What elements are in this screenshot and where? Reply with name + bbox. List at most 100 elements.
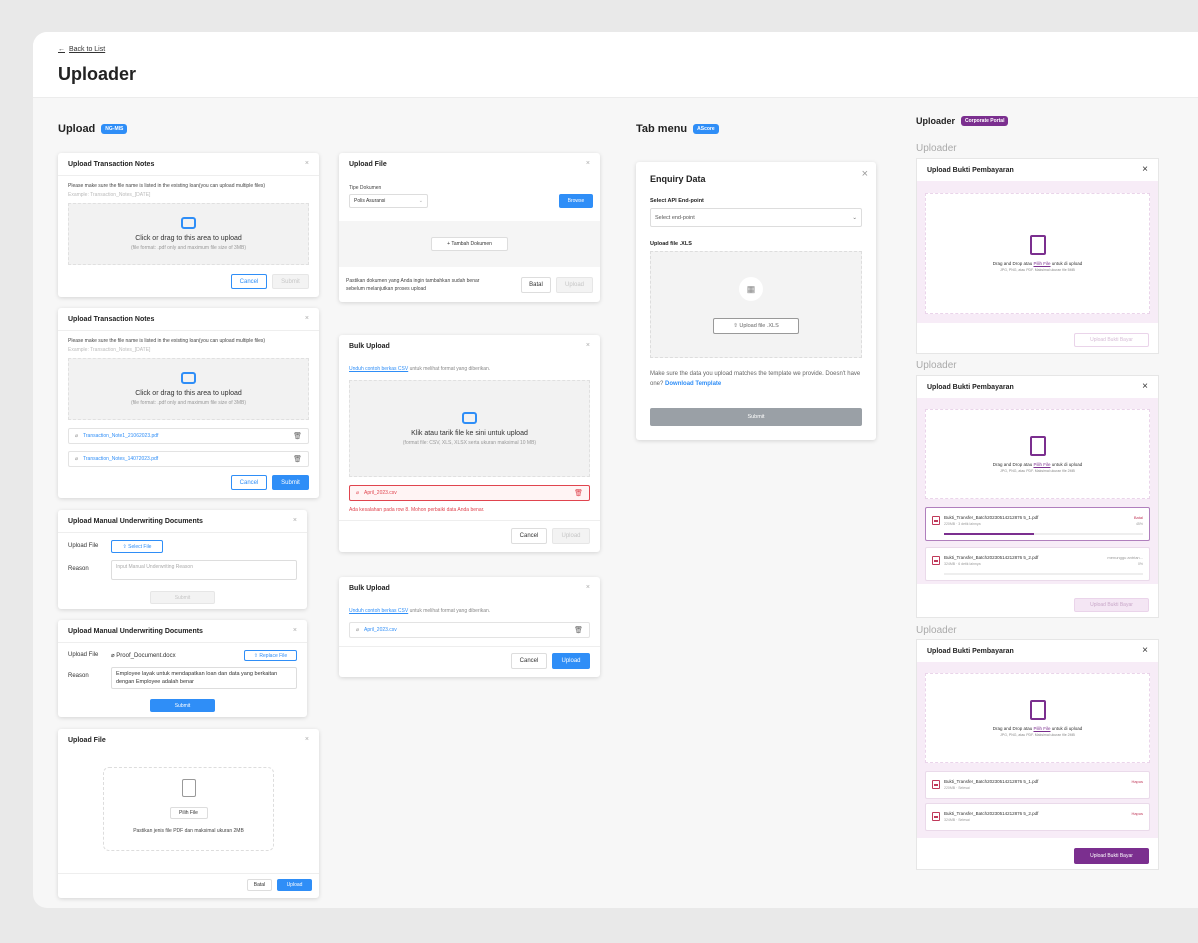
reason-textarea[interactable]: Employee layak untuk mendapatkan loan da… [111, 667, 297, 689]
upload-drop-area[interactable] [650, 251, 862, 358]
trash-icon[interactable]: 🗑 [293, 432, 302, 440]
pdf-icon [932, 812, 940, 821]
replace-file-button[interactable]: ⇧ Replace File [244, 650, 297, 661]
card-title: Upload Transaction Notes [68, 316, 155, 323]
receipt-icon [1029, 699, 1046, 720]
manual-underwriting-card-filled: Upload Manual Underwriting Documents × U… [58, 620, 307, 717]
inbox-icon [462, 411, 477, 424]
close-icon[interactable]: × [305, 736, 309, 743]
upload-bukti-bayar-button[interactable]: Upload Bukti Bayar [1074, 333, 1149, 347]
trash-icon[interactable]: 🗑 [293, 455, 302, 463]
page-header: ← Back to List Uploader [33, 32, 1198, 98]
badge-ascore: AScore [693, 124, 719, 134]
close-icon[interactable]: × [586, 342, 590, 349]
paperclip-icon: ⌀ [75, 433, 79, 439]
progress-track [944, 533, 1143, 535]
upload-note: Pastikan dokumen yang Anda ingin tambahk… [346, 278, 480, 292]
close-icon[interactable]: × [862, 168, 868, 180]
upload-button[interactable]: Upload [277, 879, 312, 891]
chevron-down-icon: ⌄ [852, 214, 857, 221]
file-row[interactable]: ⌀ April_2023.csv 🗑 [349, 622, 590, 638]
trash-icon[interactable]: 🗑 [574, 626, 583, 634]
card-title: Upload Bukti Pembayaran [927, 167, 1014, 174]
drop-area[interactable]: Click or drag to this area to upload (fi… [68, 203, 309, 265]
upload-bukti-bayar-button[interactable]: Upload Bukti Bayar [1074, 598, 1149, 612]
upload-button[interactable]: Upload [556, 277, 593, 293]
drop-area[interactable]: Click or drag to this area to upload (fi… [68, 358, 309, 420]
error-file-row[interactable]: ⌀ April_2023.csv 🗑 [349, 485, 590, 501]
close-icon[interactable]: × [305, 315, 309, 322]
progress-percent: 45% [1135, 522, 1143, 526]
back-link[interactable]: ← Back to List [58, 46, 105, 53]
chevron-down-icon: ⌄ [418, 198, 423, 204]
progress-track [944, 573, 1143, 575]
close-icon[interactable]: × [1142, 645, 1148, 656]
uploaded-file[interactable]: ⌀ Proof_Document.docx [111, 652, 176, 659]
paperclip-icon: ⌀ [75, 456, 79, 462]
download-sample-link[interactable]: Unduh contoh berkas CSV [349, 366, 408, 372]
card-title: Upload File [68, 737, 106, 744]
cancel-upload-link[interactable]: Batal [1134, 515, 1143, 520]
download-template-link[interactable]: Download Template [665, 381, 721, 387]
receipt-icon [1029, 435, 1046, 456]
drop-area[interactable]: Klik atau tarik file ke sini untuk uploa… [349, 380, 590, 477]
close-icon[interactable]: × [586, 160, 590, 167]
drop-area[interactable]: Drag and Drop atau Pilih File untuk di u… [925, 673, 1150, 763]
add-document-button[interactable]: + Tambah Dokumen [431, 237, 508, 251]
pick-file-button[interactable]: Pilih File [169, 807, 208, 819]
submit-button[interactable]: Submit [150, 591, 215, 604]
pick-file-link[interactable]: Pilih File [1033, 261, 1050, 266]
paperclip-icon: ⌀ [356, 627, 360, 633]
tipe-dokumen-select[interactable]: Polis Asuransi ⌄ [349, 194, 428, 208]
drop-area[interactable]: Drag and Drop atau Pilih File untuk di u… [925, 193, 1150, 314]
pdf-icon [932, 516, 940, 525]
instruction-text: Please make sure the file name is listed… [68, 338, 266, 344]
submit-button[interactable]: Submit [272, 274, 309, 289]
section-uploader-title: Uploader Corporate Portal [916, 116, 1009, 126]
cancel-button[interactable]: Batal [247, 879, 272, 891]
submit-button[interactable]: Submit [150, 699, 215, 712]
upload-file-card: Upload File × Pilih File Pastikan jenis … [58, 729, 319, 898]
delete-link[interactable]: Hapus [1131, 811, 1143, 816]
badge-corporate-portal: Corporate Portal [961, 116, 1009, 126]
card-title: Upload Bukti Pembayaran [927, 648, 1014, 655]
api-endpoint-select[interactable]: Select end-point ⌄ [650, 208, 862, 227]
drop-area[interactable]: Drag and Drop atau Pilih File untuk di u… [925, 409, 1150, 499]
cancel-button[interactable]: Cancel [231, 274, 267, 289]
download-sample-link[interactable]: Unduh contoh berkas CSV [349, 608, 408, 614]
cancel-button[interactable]: Cancel [231, 475, 267, 490]
cancel-button[interactable]: Cancel [511, 653, 547, 669]
reason-textarea[interactable]: Input Manual Underwriting Reason [111, 560, 297, 580]
submit-button[interactable]: Submit [272, 475, 309, 490]
close-icon[interactable]: × [586, 584, 590, 591]
upload-bukti-bayar-button[interactable]: Upload Bukti Bayar [1074, 848, 1149, 864]
progress-fill [944, 533, 1034, 535]
pick-file-link[interactable]: Pilih File [1033, 726, 1050, 731]
submit-button[interactable]: Submit [650, 408, 862, 426]
card-title: Upload File [349, 161, 387, 168]
file-row[interactable]: ⌀ Transaction_Notes_14072023.pdf 🗑 [68, 451, 309, 467]
drop-area[interactable]: Pilih File Pastikan jenis file PDF dan m… [103, 767, 274, 851]
cancel-button[interactable]: Batal [521, 277, 551, 293]
upload-button[interactable]: Upload [552, 653, 590, 669]
file-row[interactable]: ⌀ Transaction_Note1_21062023.pdf 🗑 [68, 428, 309, 444]
close-icon[interactable]: × [293, 627, 297, 634]
trash-icon[interactable]: 🗑 [574, 489, 583, 497]
close-icon[interactable]: × [1142, 164, 1148, 175]
select-file-button[interactable]: ⇧ Select File [111, 540, 163, 553]
inbox-icon [181, 372, 196, 384]
error-message: Ada kesalahan pada row 8. Mohon perbaiki… [349, 507, 485, 513]
close-icon[interactable]: × [305, 160, 309, 167]
upload-xls-button[interactable]: ⇧ Upload file .XLS [713, 318, 799, 334]
upload-file-label: Upload file .XLS [650, 241, 692, 247]
pdf-icon [932, 556, 940, 565]
pick-file-link[interactable]: Pilih File [1033, 462, 1050, 467]
upload-button[interactable]: Upload [552, 528, 590, 544]
close-icon[interactable]: × [1142, 381, 1148, 392]
close-icon[interactable]: × [293, 517, 297, 524]
browse-button[interactable]: Browse [559, 194, 593, 208]
delete-link[interactable]: Hapus [1131, 779, 1143, 784]
upload-file-label: Upload File [68, 543, 99, 549]
file-item-queued: Bukti_Transfer_Batch20230514212876 5_2.p… [925, 547, 1150, 581]
cancel-button[interactable]: Cancel [511, 528, 547, 544]
